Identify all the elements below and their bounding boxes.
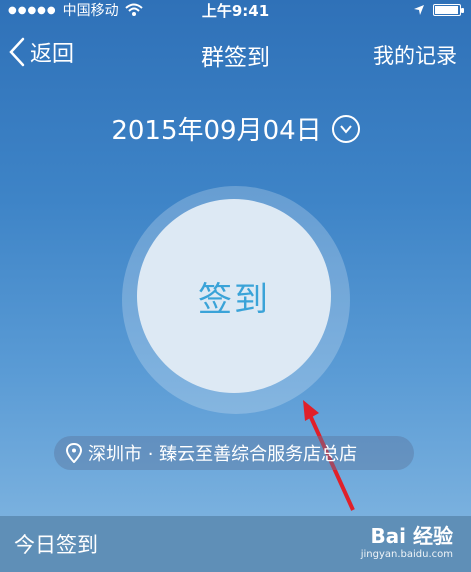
baidu-watermark: Bai 经验 jingyan.baidu.com [361,520,453,560]
status-time: 上午9:41 [201,1,270,20]
battery-fill [435,6,459,14]
location-bar[interactable]: 深圳市 · 臻云至善综合服务店总店 [54,436,414,470]
location-text: 深圳市 · 臻云至善综合服务店总店 [88,444,358,465]
map-pin-icon [66,443,82,463]
my-records-button[interactable]: 我的记录 [373,40,457,70]
chevron-down-icon[interactable] [331,114,360,143]
navigation-bar: 返回 群签到 我的记录 [0,28,471,78]
battery-icon [433,4,464,16]
sign-in-button[interactable]: 签到 [137,199,331,393]
date-selector[interactable]: 2015年09月04日 [0,110,471,147]
date-text: 2015年09月04日 [111,116,322,146]
watermark-url: jingyan.baidu.com [360,549,453,560]
status-bar: ●●●●● 中国移动 上午9:41 [0,0,471,20]
today-signin-tab[interactable]: 今日签到 [14,529,98,559]
watermark-brand: Bai 经验 [370,524,453,548]
